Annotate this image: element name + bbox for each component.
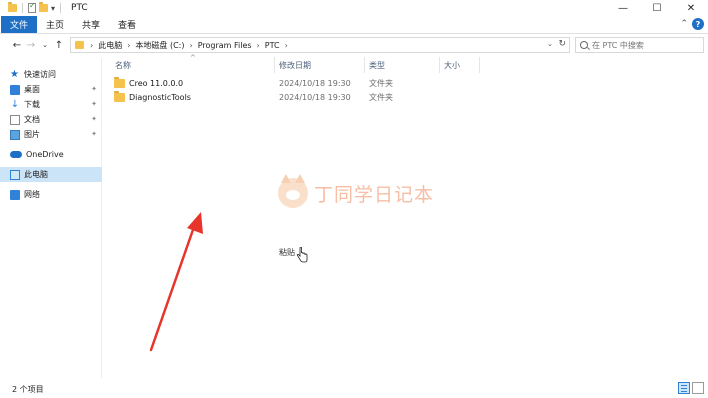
- quick-access-toolbar: ▾: [0, 1, 63, 13]
- folder-icon: [114, 90, 125, 102]
- document-icon: [10, 114, 20, 125]
- sidebar-item-label: 下载: [24, 100, 40, 109]
- address-bar[interactable]: › 此电脑 › 本地磁盘 (C:) › Program Files › PTC …: [70, 37, 570, 53]
- breadcrumb-separator[interactable]: ›: [127, 41, 130, 50]
- column-header-size[interactable]: 大小: [444, 57, 460, 73]
- file-row[interactable]: Creo 11.0.0.0 2024/10/18 19:30 文件夹: [110, 76, 450, 90]
- picture-icon: [10, 129, 20, 140]
- search-icon: [580, 41, 588, 49]
- breadcrumb-separator[interactable]: ›: [285, 41, 288, 50]
- star-icon: ★: [10, 68, 19, 80]
- address-dropdown-icon[interactable]: ⌄: [547, 40, 553, 48]
- tab-share[interactable]: 共享: [73, 16, 109, 33]
- properties-icon[interactable]: [28, 1, 36, 13]
- pin-icon: ✦: [91, 85, 97, 93]
- toolbar-divider: [60, 3, 62, 13]
- column-header-date[interactable]: 修改日期: [279, 57, 311, 73]
- sidebar-item-label: 桌面: [24, 85, 40, 94]
- sidebar-item-quick-access[interactable]: ★ 快速访问: [0, 67, 102, 82]
- sort-indicator-icon: ^: [190, 54, 196, 62]
- red-arrow-annotation: [149, 212, 203, 352]
- breadcrumb-program-files[interactable]: Program Files: [198, 41, 252, 50]
- toolbar-divider: [22, 3, 23, 13]
- cloud-icon: [10, 151, 22, 158]
- details-view-button[interactable]: [678, 382, 690, 394]
- cat-logo-icon: [278, 174, 308, 208]
- large-icons-view-button[interactable]: [692, 382, 704, 394]
- column-divider[interactable]: [479, 57, 480, 73]
- tab-view[interactable]: 查看: [109, 16, 145, 33]
- status-bar: 2 个项目: [0, 380, 708, 398]
- help-icon[interactable]: ?: [692, 18, 704, 30]
- item-count: 2 个项目: [12, 384, 44, 394]
- window-controls: — ☐ ✕: [606, 0, 708, 16]
- back-button[interactable]: ←: [10, 37, 24, 53]
- refresh-icon[interactable]: ↻: [558, 39, 566, 49]
- sidebar-item-label: 图片: [24, 130, 40, 139]
- new-folder-icon[interactable]: [39, 2, 48, 12]
- sidebar-item-downloads[interactable]: ↓ 下载 ✦: [0, 97, 102, 112]
- desktop-icon: [10, 84, 20, 95]
- forward-button[interactable]: →: [24, 37, 38, 53]
- breadcrumb-separator[interactable]: ›: [189, 41, 192, 50]
- sidebar-item-this-pc[interactable]: 此电脑: [0, 167, 102, 182]
- sidebar-item-documents[interactable]: 文档 ✦: [0, 112, 102, 127]
- breadcrumb-separator[interactable]: ›: [257, 41, 260, 50]
- tab-home[interactable]: 主页: [37, 16, 73, 33]
- sidebar-item-label: 网络: [24, 190, 40, 199]
- window-title: PTC: [71, 3, 88, 13]
- file-name: DiagnosticTools: [129, 92, 191, 102]
- folder-icon: [75, 41, 84, 49]
- download-icon: ↓: [10, 98, 20, 110]
- file-date: 2024/10/18 19:30: [279, 92, 351, 102]
- network-icon: [10, 189, 20, 200]
- ribbon-collapse-icon[interactable]: ⌃: [680, 19, 688, 29]
- file-type: 文件夹: [369, 78, 393, 88]
- folder-icon: [114, 76, 125, 88]
- file-type: 文件夹: [369, 92, 393, 102]
- customize-dropdown-icon[interactable]: ▾: [51, 4, 55, 13]
- up-button[interactable]: ↑: [52, 37, 66, 53]
- close-button[interactable]: ✕: [674, 0, 708, 16]
- sidebar-item-label: 文档: [24, 115, 40, 124]
- hand-cursor-icon: [296, 247, 308, 263]
- file-row[interactable]: DiagnosticTools 2024/10/18 19:30 文件夹: [110, 90, 450, 104]
- navigation-pane: ★ 快速访问 桌面 ✦ ↓ 下载 ✦ 文档 ✦ 图片 ✦ OneDrive 此电…: [0, 58, 102, 378]
- sidebar-item-onedrive[interactable]: OneDrive: [0, 147, 102, 162]
- sidebar-item-label: 快速访问: [24, 70, 56, 79]
- title-bar: ▾ PTC — ☐ ✕: [0, 0, 708, 16]
- tab-file[interactable]: 文件: [1, 16, 38, 33]
- breadcrumb-ptc[interactable]: PTC: [265, 41, 280, 50]
- recent-locations-button[interactable]: ⌄: [38, 37, 52, 53]
- watermark-text: 丁同学日记本: [314, 183, 435, 206]
- sidebar-item-network[interactable]: 网络: [0, 187, 102, 202]
- pin-icon: ✦: [91, 130, 97, 138]
- computer-icon: [10, 169, 20, 180]
- column-header-type[interactable]: 类型: [369, 57, 385, 73]
- sidebar-item-desktop[interactable]: 桌面 ✦: [0, 82, 102, 97]
- column-divider[interactable]: [439, 57, 440, 73]
- sidebar-item-pictures[interactable]: 图片 ✦: [0, 127, 102, 142]
- file-date: 2024/10/18 19:30: [279, 78, 351, 88]
- breadcrumb-local-disk[interactable]: 本地磁盘 (C:): [135, 40, 184, 51]
- sidebar-item-label: 此电脑: [24, 170, 48, 179]
- folder-icon: [8, 2, 17, 12]
- ribbon-tabs: 文件 主页 共享 查看 ⌃ ?: [0, 16, 708, 34]
- sidebar-item-label: OneDrive: [26, 150, 64, 159]
- column-divider[interactable]: [274, 57, 275, 73]
- breadcrumb-separator: ›: [90, 40, 94, 50]
- navigation-bar: ← → ⌄ ↑ › 此电脑 › 本地磁盘 (C:) › Program File…: [0, 35, 708, 55]
- column-divider[interactable]: [364, 57, 365, 73]
- paste-label: 粘贴: [279, 248, 295, 257]
- minimize-button[interactable]: —: [606, 0, 640, 16]
- pin-icon: ✦: [91, 100, 97, 108]
- search-box[interactable]: [575, 37, 704, 53]
- pin-icon: ✦: [91, 115, 97, 123]
- maximize-button[interactable]: ☐: [640, 0, 674, 16]
- search-input[interactable]: [592, 40, 702, 50]
- column-header-name[interactable]: 名称: [115, 57, 131, 73]
- watermark: 丁同学日记本: [278, 174, 435, 208]
- breadcrumb-this-pc[interactable]: 此电脑: [98, 40, 122, 51]
- file-name: Creo 11.0.0.0: [129, 78, 184, 88]
